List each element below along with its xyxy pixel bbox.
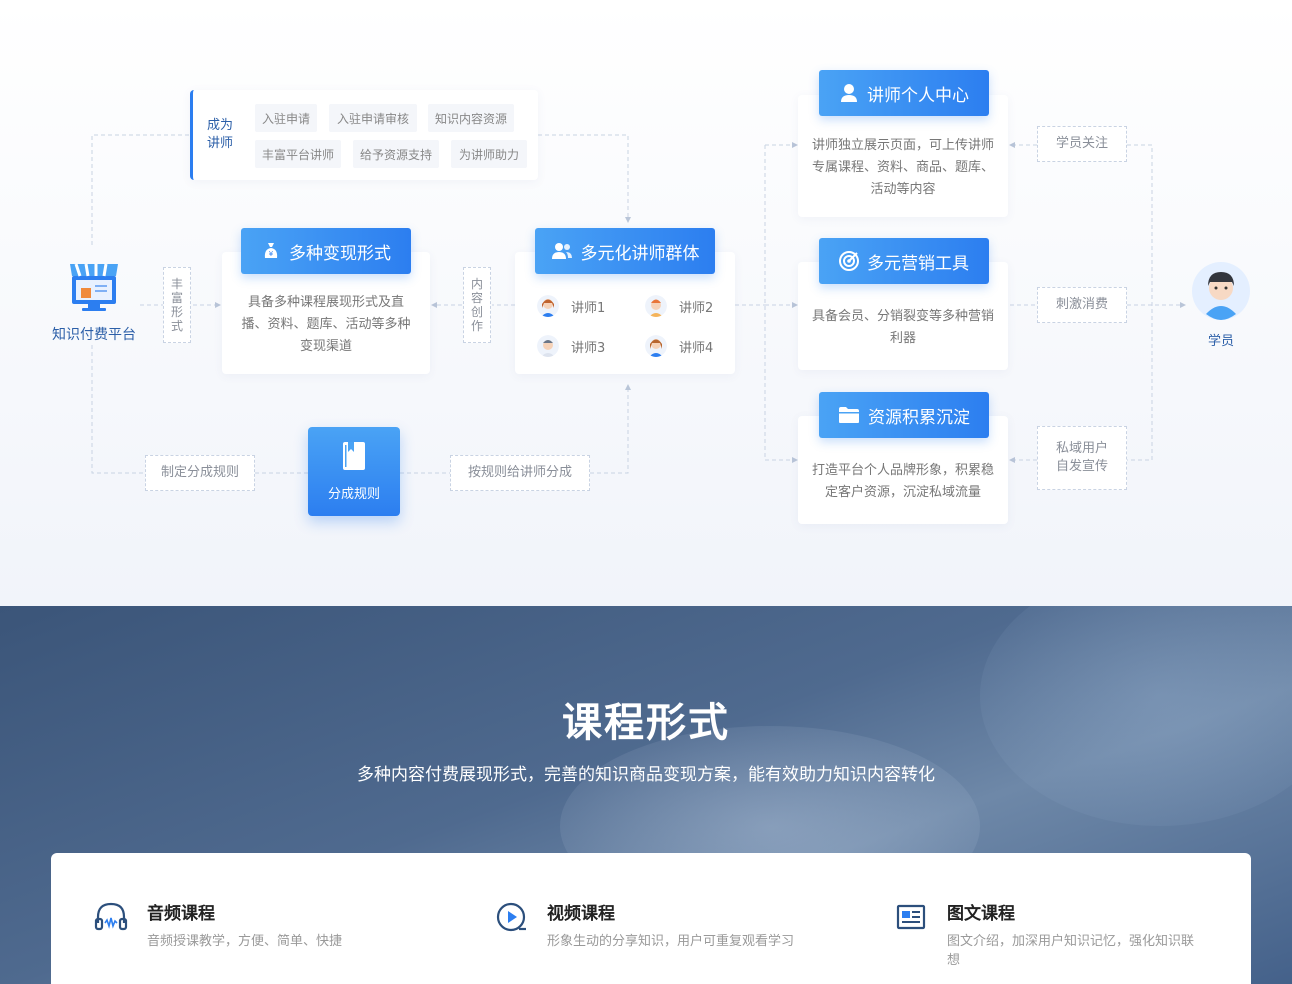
center-title: 讲师个人中心 — [867, 85, 969, 106]
lecturer-1: 讲师1 — [537, 295, 605, 317]
lecturer-2: 讲师2 — [645, 295, 713, 317]
feature-audio: 音频课程 音频授课教学，方便、简单、快捷 — [93, 899, 397, 951]
platform-node: 知识付费平台 — [48, 260, 140, 344]
store-screen-icon — [70, 263, 118, 311]
monetize-header: ¥ 多种变现形式 — [241, 228, 411, 274]
become-lecturer-label: 成为讲师 — [207, 118, 234, 151]
platform-label: 知识付费平台 — [52, 327, 136, 343]
become-lecturer-card: 成为讲师 入驻申请 入驻申请审核 知识内容资源 丰富平台讲师 给予资源支持 为讲… — [190, 90, 538, 180]
users-group-icon — [551, 243, 572, 259]
feature-title: 视频课程 — [547, 904, 615, 924]
student-avatar-icon — [1192, 262, 1250, 320]
monetize-desc: 具备多种课程展现形式及直播、资料、题库、活动等多种变现渠道 — [241, 295, 411, 354]
target-icon — [839, 251, 859, 271]
center-header: 讲师个人中心 — [819, 70, 989, 116]
lecturer-group-header: 多元化讲师群体 — [535, 228, 715, 274]
feature-title: 音频课程 — [147, 904, 215, 924]
tag-lecturer-assist: 为讲师助力 — [451, 140, 527, 168]
student-follow-tag: 学员关注 — [1037, 126, 1127, 162]
section-title: 课程形式 — [562, 700, 730, 746]
user-profile-icon — [841, 84, 857, 102]
student-node: 学员 — [1190, 262, 1252, 349]
svg-text:¥: ¥ — [269, 250, 274, 258]
marketing-desc: 具备会员、分销裂变等多种营销利器 — [811, 309, 994, 346]
tag-content-resources: 知识内容资源 — [428, 104, 514, 132]
feature-desc: 图文介绍，加深用户知识记忆，强化知识联想 — [947, 934, 1195, 968]
resources-desc: 打造平台个人品牌形象，积累稳定客户资源，沉淀私域流量 — [811, 463, 994, 500]
feature-article: 图文课程 图文介绍，加深用户知识记忆，强化知识联想 — [893, 899, 1197, 970]
lecturer-avatar-icon — [645, 295, 667, 317]
split-rules-label: 分成规则 — [327, 487, 380, 502]
tag-resource-support: 给予资源支持 — [353, 140, 439, 168]
marketing-header: 多元营销工具 — [819, 238, 989, 284]
lecturer-4: 讲师4 — [645, 335, 713, 357]
student-label: 学员 — [1207, 334, 1234, 349]
marketing-title: 多元营销工具 — [867, 253, 969, 274]
content-creation-tag: 内容创作 — [463, 267, 491, 343]
folder-icon — [839, 407, 859, 423]
tag-apply-review: 入驻申请审核 — [329, 104, 417, 132]
tag-apply: 入驻申请 — [255, 104, 317, 132]
video-play-icon — [496, 902, 526, 932]
headphones-icon — [94, 902, 128, 931]
stimulate-consumption-tag: 刺激消费 — [1037, 287, 1127, 323]
lecturer-avatar-icon — [537, 295, 559, 317]
course-forms-panel: 音频课程 音频授课教学，方便、简单、快捷 视频课程 形象生动的分享知识，用户可重… — [51, 853, 1251, 984]
resources-title: 资源积累沉淀 — [868, 407, 970, 428]
split-rules-button[interactable]: 分成规则 — [308, 427, 400, 516]
split-rules-right-tag: 按规则给讲师分成 — [450, 455, 590, 491]
article-icon — [896, 904, 926, 930]
resources-header: 资源积累沉淀 — [819, 392, 989, 438]
lecturer-avatar-icon — [537, 335, 559, 357]
tag-enrich-lecturers: 丰富平台讲师 — [255, 140, 341, 168]
split-rules-left-tag: 制定分成规则 — [145, 455, 255, 491]
feature-desc: 音频授课教学，方便、简单、快捷 — [147, 934, 343, 949]
book-icon — [343, 442, 365, 470]
rich-forms-tag: 丰富形式 — [163, 267, 191, 343]
monetize-title: 多种变现形式 — [289, 243, 391, 264]
feature-video: 视频课程 形象生动的分享知识，用户可重复观看学习 — [493, 899, 797, 951]
private-domain-tag: 私域用户自发宣传 — [1037, 426, 1127, 490]
lecturer-group-title: 多元化讲师群体 — [580, 243, 700, 264]
money-bag-icon: ¥ — [264, 243, 278, 258]
lecturer-3: 讲师3 — [537, 335, 605, 357]
center-desc: 讲师独立展示页面，可上传讲师专属课程、资料、商品、题库、活动等内容 — [811, 138, 994, 197]
feature-desc: 形象生动的分享知识，用户可重复观看学习 — [547, 934, 795, 949]
section-subtitle: 多种内容付费展现形式，完善的知识商品变现方案，能有效助力知识内容转化 — [357, 765, 935, 785]
lecturer-avatar-icon — [645, 335, 667, 357]
feature-title: 图文课程 — [947, 904, 1015, 924]
